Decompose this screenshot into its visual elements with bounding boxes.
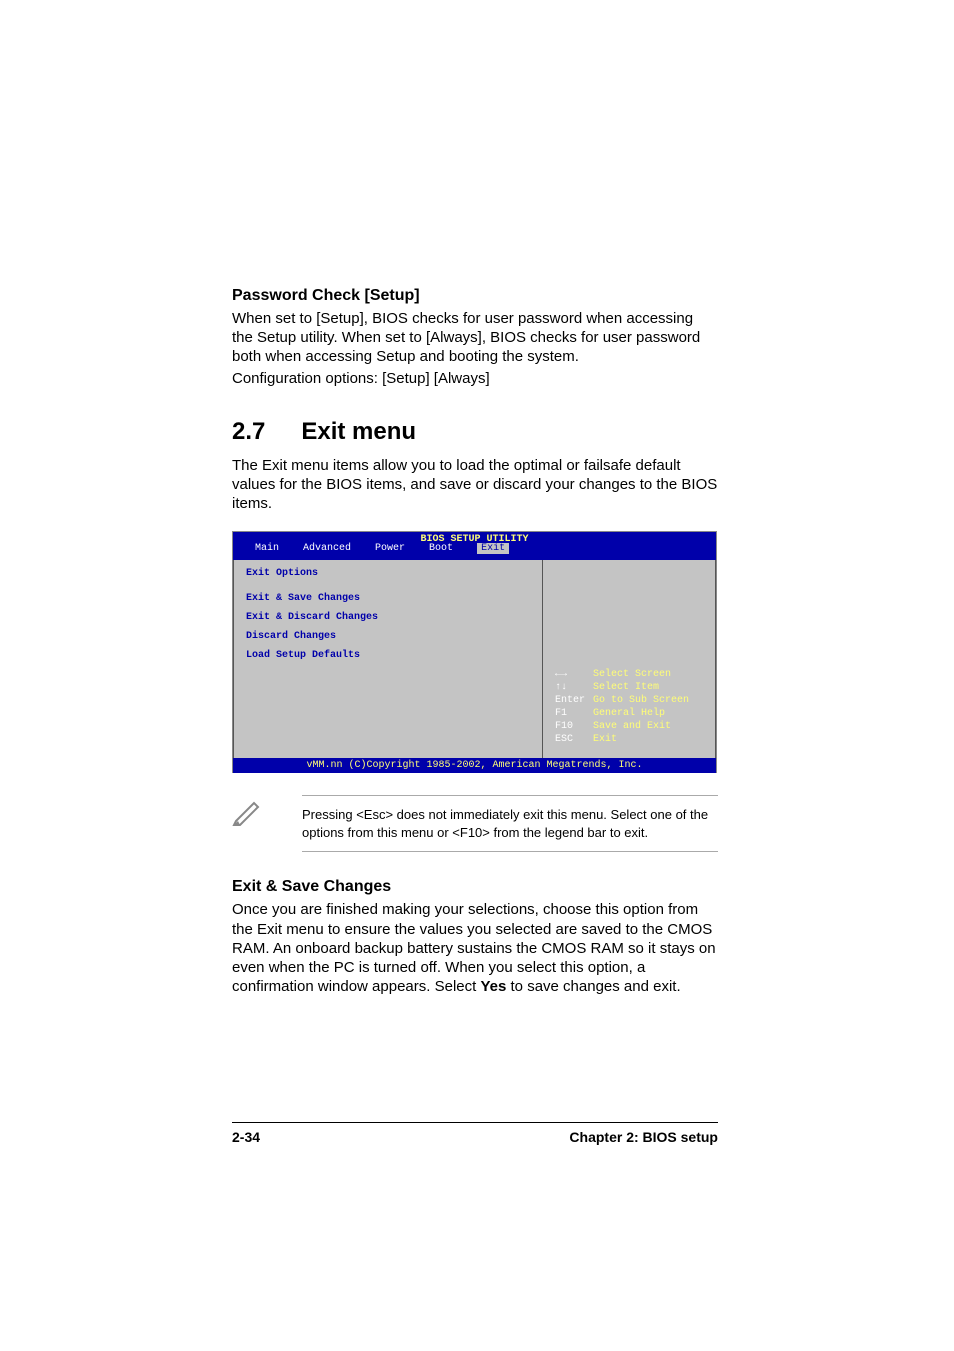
bios-legend: ←→Select Screen ↑↓Select Item EnterGo to… — [555, 668, 689, 746]
legend-label-item: Select Item — [593, 682, 659, 693]
bios-options-heading: Exit Options — [246, 566, 530, 581]
note-text: Pressing <Esc> does not immediately exit… — [302, 795, 718, 852]
password-check-config: Configuration options: [Setup] [Always] — [232, 369, 718, 388]
bios-header: BIOS SETUP UTILITY Main Advanced Power B… — [233, 532, 716, 560]
page-number: 2-34 — [232, 1129, 260, 1145]
bios-tab-main: Main — [255, 543, 279, 554]
section-title-text: Exit menu — [301, 418, 416, 445]
password-check-heading: Password Check [Setup] — [232, 287, 718, 305]
legend-key-lr: ←→ — [555, 668, 593, 681]
legend-key-enter: Enter — [555, 694, 593, 707]
legend-label-sub: Go to Sub Screen — [593, 695, 689, 706]
bios-item-save: Exit & Save Changes — [246, 591, 530, 606]
legend-key-ud: ↑↓ — [555, 681, 593, 694]
bios-screenshot: BIOS SETUP UTILITY Main Advanced Power B… — [232, 531, 717, 773]
bios-tab-exit: Exit — [477, 543, 509, 554]
bios-item-defaults: Load Setup Defaults — [246, 648, 530, 663]
exit-save-yes: Yes — [480, 978, 506, 995]
bios-tab-advanced: Advanced — [303, 543, 351, 554]
note-box: Pressing <Esc> does not immediately exit… — [232, 795, 718, 852]
legend-label-help: General Help — [593, 708, 665, 719]
bios-options-panel: Exit Options Exit & Save Changes Exit & … — [233, 560, 543, 758]
legend-key-f1: F1 — [555, 707, 593, 720]
exit-save-tail: to save changes and exit. — [506, 978, 680, 995]
legend-key-esc: ESC — [555, 733, 593, 746]
bios-tab-boot: Boot — [429, 543, 453, 554]
exit-save-paragraph: Once you are finished making your select… — [232, 900, 718, 996]
section-title-exit-menu: 2.7 Exit menu — [232, 418, 718, 446]
bios-footer: vMM.nn (C)Copyright 1985-2002, American … — [233, 758, 716, 773]
section-number: 2.7 — [232, 418, 265, 445]
exit-save-heading: Exit & Save Changes — [232, 878, 718, 896]
bios-legend-panel: ←→Select Screen ↑↓Select Item EnterGo to… — [543, 560, 716, 758]
password-check-paragraph: When set to [Setup], BIOS checks for use… — [232, 309, 718, 367]
page-footer: 2-34 Chapter 2: BIOS setup — [232, 1122, 718, 1145]
bios-item-discard: Discard Changes — [246, 629, 530, 644]
legend-label-exit: Exit — [593, 734, 617, 745]
legend-label-save: Save and Exit — [593, 721, 671, 732]
chapter-label: Chapter 2: BIOS setup — [569, 1129, 718, 1145]
exit-menu-paragraph: The Exit menu items allow you to load th… — [232, 456, 718, 514]
legend-key-f10: F10 — [555, 720, 593, 733]
bios-tab-power: Power — [375, 543, 405, 554]
bios-item-discard-exit: Exit & Discard Changes — [246, 610, 530, 625]
pencil-note-icon — [232, 795, 268, 827]
legend-label-screen: Select Screen — [593, 669, 671, 680]
